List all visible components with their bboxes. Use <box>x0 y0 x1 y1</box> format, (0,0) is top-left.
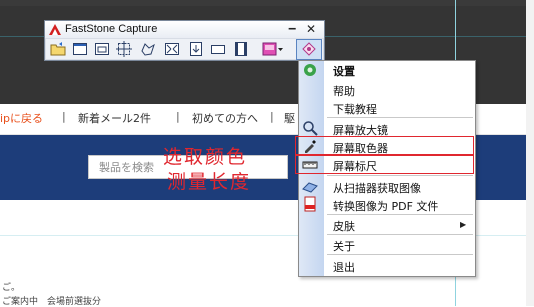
annotation-color-picker: 选取颜色 <box>163 146 248 168</box>
menu-item-acquire-from-scanner[interactable]: 从扫描器获取图像 <box>333 180 421 196</box>
nav-separator: | <box>176 110 180 123</box>
search-placeholder: 製品を検索 <box>99 161 154 174</box>
capture-object-icon[interactable] <box>94 41 110 57</box>
submenu-arrow-icon: ▶ <box>460 220 467 229</box>
page-right-border <box>526 0 534 306</box>
nav-link-home[interactable]: ipに戻る <box>0 110 43 126</box>
page-footer-text: ご案内中 会場前選抜分 <box>2 297 102 307</box>
open-icon[interactable] <box>50 41 66 57</box>
menu-item-convert-to-pdf[interactable]: 转换图像为 PDF 文件 <box>333 198 438 214</box>
capture-scrolling-icon[interactable] <box>188 41 204 57</box>
menu-item-exit[interactable]: 退出 <box>333 259 355 275</box>
capture-fixed-region-icon[interactable] <box>210 41 226 57</box>
menu-item-settings[interactable]: 设置 <box>333 63 355 79</box>
window-title: FastStone Capture <box>65 23 158 35</box>
minimize-button[interactable]: ‒ <box>288 21 296 35</box>
menu-item-skin[interactable]: 皮肤 <box>333 218 355 234</box>
nav-link-first-time[interactable]: 初めての方へ <box>192 110 258 126</box>
close-button[interactable]: ✕ <box>306 22 316 36</box>
settings-menu-icon <box>302 42 316 56</box>
output-icon[interactable] <box>262 41 284 57</box>
nav-separator: | <box>270 110 274 123</box>
highlight-box-ruler <box>295 155 474 174</box>
highlight-box-color-picker <box>295 136 474 155</box>
capture-region-icon[interactable] <box>116 41 132 57</box>
record-video-icon[interactable] <box>233 41 249 57</box>
nav-link-partial[interactable]: 駆 <box>284 110 295 126</box>
scanner-icon <box>302 182 318 193</box>
capture-window-icon[interactable] <box>72 41 88 57</box>
menu-separator <box>327 254 473 255</box>
capture-freehand-icon[interactable] <box>140 41 156 57</box>
menu-separator <box>327 117 473 118</box>
capture-fullscreen-icon[interactable] <box>164 41 180 57</box>
pdf-icon <box>304 196 316 212</box>
menu-separator <box>327 234 473 235</box>
menu-separator <box>327 175 473 176</box>
menu-item-about[interactable]: 关于 <box>333 238 355 254</box>
nav-link-mail[interactable]: 新着メール2件 <box>78 110 151 126</box>
faststone-logo-icon <box>49 24 61 35</box>
menu-item-download-tutorial[interactable]: 下载教程 <box>333 101 377 117</box>
menu-item-help[interactable]: 帮助 <box>333 83 355 99</box>
page-footer-text: ご。 <box>2 283 21 293</box>
magnifier-icon <box>303 121 318 136</box>
settings-gear-icon <box>304 64 316 76</box>
menu-separator <box>327 214 473 215</box>
annotation-ruler: 测量长度 <box>167 171 252 193</box>
nav-separator: | <box>62 110 66 123</box>
